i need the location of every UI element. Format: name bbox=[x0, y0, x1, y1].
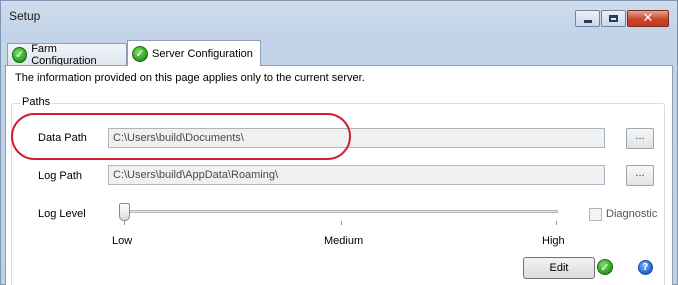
log-level-slider-thumb[interactable] bbox=[119, 203, 130, 221]
slider-tick bbox=[556, 221, 557, 225]
highlight-annotation bbox=[11, 113, 351, 160]
data-path-browse-button[interactable]: ... bbox=[626, 128, 654, 149]
close-icon: ✕ bbox=[642, 11, 654, 26]
edit-button[interactable]: Edit bbox=[523, 257, 595, 279]
tab-label: Farm Configuration bbox=[31, 42, 97, 67]
tab-farm-configuration[interactable]: ✓ Farm Configuration bbox=[7, 42, 127, 67]
log-level-label: Log Level bbox=[38, 208, 86, 220]
window-controls: ✕ bbox=[574, 10, 669, 27]
level-label-medium: Medium bbox=[324, 235, 364, 247]
close-button[interactable]: ✕ bbox=[627, 10, 669, 27]
window-title: Setup bbox=[9, 9, 41, 23]
log-path-label: Log Path bbox=[38, 170, 83, 182]
log-level-slider-track[interactable] bbox=[121, 210, 558, 213]
level-label-high: High bbox=[542, 235, 565, 247]
diagnostic-label: Diagnostic bbox=[606, 208, 658, 220]
info-text: The information provided on this page ap… bbox=[15, 72, 365, 84]
minimize-icon bbox=[583, 20, 592, 23]
diagnostic-checkbox[interactable] bbox=[589, 208, 602, 221]
minimize-button[interactable] bbox=[575, 10, 600, 27]
check-icon: ✓ bbox=[132, 45, 148, 62]
help-icon[interactable]: ? bbox=[638, 260, 653, 275]
log-path-browse-button[interactable]: ... bbox=[626, 165, 654, 186]
slider-tick bbox=[124, 221, 125, 225]
check-icon: ✓ bbox=[12, 46, 28, 63]
log-path-field[interactable]: C:\Users\build\AppData\Roaming\ bbox=[108, 165, 605, 185]
check-icon: ✓ bbox=[597, 259, 613, 275]
level-label-low: Low bbox=[112, 235, 133, 247]
tab-label: Server Configuration bbox=[152, 47, 253, 60]
paths-legend: Paths bbox=[20, 96, 53, 108]
maximize-button[interactable] bbox=[601, 10, 626, 27]
slider-tick bbox=[341, 221, 342, 225]
maximize-icon bbox=[609, 15, 618, 22]
tab-server-configuration[interactable]: ✓ Server Configuration bbox=[127, 40, 261, 66]
